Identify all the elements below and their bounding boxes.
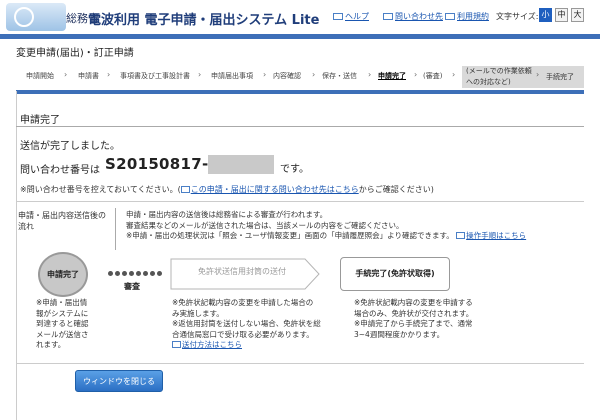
chevron-right-icon: › (312, 70, 316, 79)
inquiry-note: ※問い合わせ番号を控えておいてください。(この申請・届出に関する問い合わせ先はこ… (20, 185, 434, 194)
step-item: 保存・送信 (322, 72, 357, 80)
header-divider (0, 34, 600, 39)
step-item: (メールでの作業依頼への対応など) (466, 67, 532, 86)
font-size-small-button[interactable]: 小 (539, 8, 552, 22)
divider (16, 126, 584, 127)
chevron-right-icon: › (64, 70, 68, 79)
divider (16, 363, 584, 364)
inquiry-label: 問い合わせ番号は (20, 165, 100, 176)
inquiry-number: S20150817- (105, 155, 209, 173)
sent-message: 送信が完了しました。 (20, 141, 120, 152)
flow-description: 申請・届出内容の送信後は総務省による審査が行われます。 審査結果などのメールが送… (126, 210, 527, 240)
step-item: 申請書 (78, 72, 99, 80)
window-icon (333, 13, 343, 20)
window-icon (445, 13, 455, 20)
font-size-large-button[interactable]: 大 (571, 8, 584, 22)
chevron-right-icon: › (414, 70, 418, 79)
chevron-right-icon: › (107, 70, 111, 79)
flow-note-complete: ※申請・届出情 報がシステムに 到達すると確認 メールが送信さ れます。 (36, 298, 89, 349)
divider (16, 201, 584, 202)
chevron-right-icon: › (368, 70, 372, 79)
window-icon (180, 186, 190, 193)
font-size-label: 文字サイズ: (496, 12, 539, 21)
inquiry-contact-link[interactable]: この申請・届出に関する問い合わせ先はこちら (180, 185, 359, 194)
progress-steps: 申請開始 › 申請書 › 事項書及び工事設計書 › 申請届出事項 › 内容確認 … (16, 66, 584, 88)
chevron-right-icon: › (452, 70, 456, 79)
terms-link[interactable]: 利用規約 (445, 11, 489, 22)
contact-link[interactable]: 問い合わせ先 (383, 11, 443, 22)
section-heading: 申請完了 (20, 115, 60, 126)
step-item: 手続完了 (546, 73, 574, 81)
steps-tail: (メールでの作業依頼への対応など) › 手続完了 (462, 66, 584, 88)
shipping-method-link[interactable]: 送付方法はこちら (172, 340, 242, 349)
procedure-link[interactable]: 操作手順はこちら (456, 231, 526, 240)
page-title: 変更申請(届出)・訂正申請 (16, 48, 134, 59)
flow-label: 申請・届出内容送信後の流れ (18, 211, 106, 231)
step-item-current: 申請完了 (378, 72, 406, 80)
step-item: (審査) (423, 72, 443, 80)
window-icon (383, 13, 393, 20)
flow-step-complete: 申請完了 (38, 252, 88, 297)
step-item: 内容確認 (273, 72, 301, 80)
divider (115, 208, 116, 250)
window-icon (456, 232, 466, 239)
step-item: 申請届出事項 (211, 72, 253, 80)
help-link[interactable]: ヘルプ (333, 11, 369, 22)
flow-step-envelope: 免許状送信用封筒の送付 (198, 267, 286, 276)
redacted-block (208, 155, 274, 174)
close-window-button[interactable]: ウィンドウを閉じる (75, 370, 163, 392)
flow-note-envelope: ※免許状記載内容の変更を申請した場合の み実施します。 ※返信用封筒を送付しない… (172, 298, 321, 349)
chevron-right-icon: › (198, 70, 202, 79)
chevron-right-icon: › (536, 70, 540, 79)
flow-note-done: ※免許状記載内容の変更を申請する 場合のみ、免許状が交付されます。 ※申請完了か… (354, 298, 474, 339)
step-item: 事項書及び工事設計書 (120, 72, 190, 80)
font-size-medium-button[interactable]: 中 (555, 8, 568, 22)
inquiry-suffix: です。 (280, 164, 309, 175)
flow-step-done: 手続完了(免許状取得) (340, 257, 450, 291)
chevron-right-icon: › (263, 70, 267, 79)
app-title: 電波利用 電子申請・届出システム Lite (88, 13, 320, 28)
app-header: 総務省 電波利用 電子申請・届出システム Lite ヘルプ 問い合わせ先 利用規… (0, 0, 600, 34)
logo-icon (6, 3, 66, 31)
flow-step-review: 審査 (124, 282, 140, 291)
step-item: 申請開始 (26, 72, 54, 80)
window-icon (172, 341, 181, 348)
